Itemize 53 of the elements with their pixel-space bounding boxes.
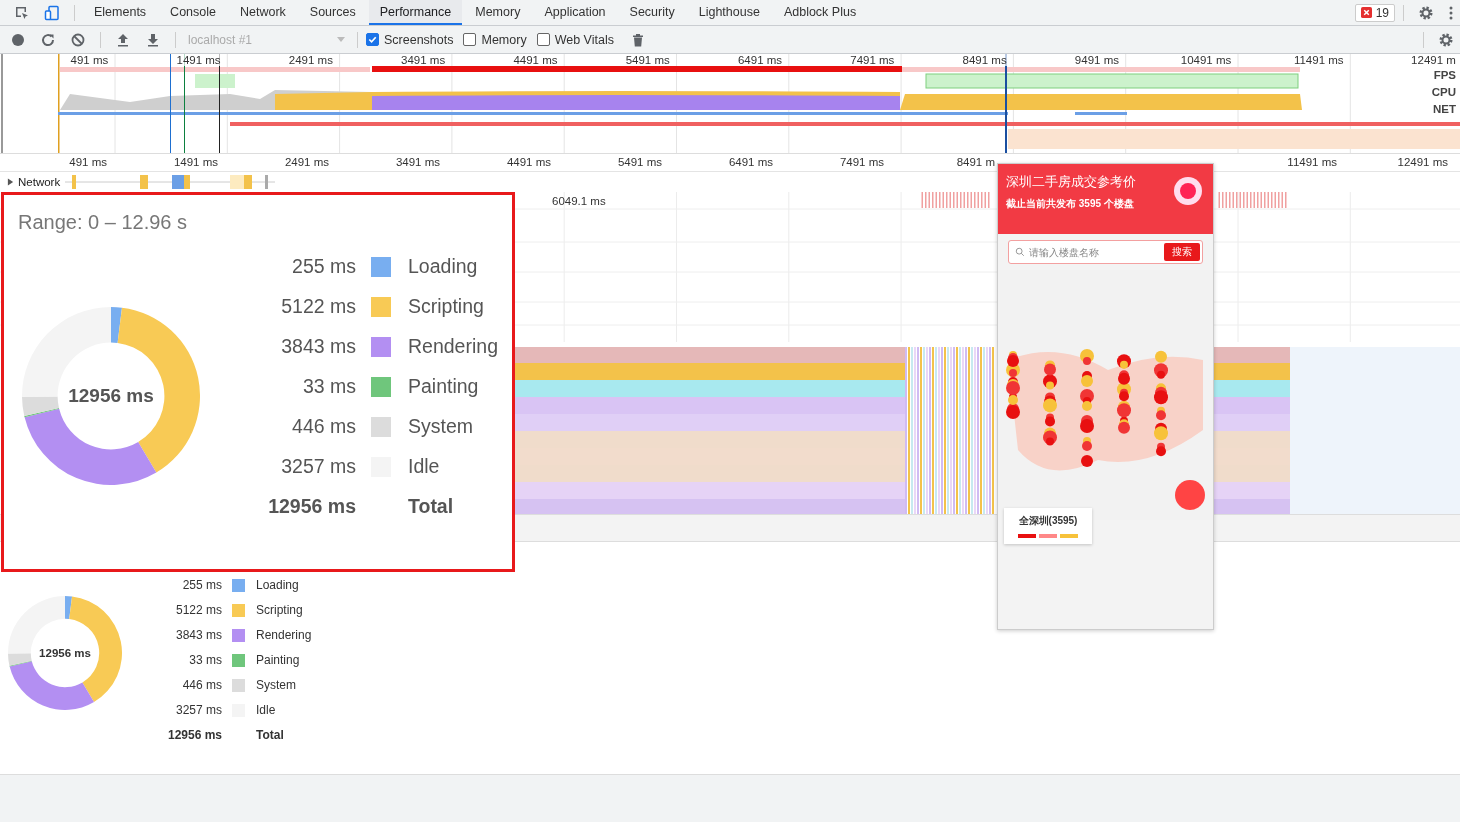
page-title: 深圳二手房成交参考价: [1006, 174, 1137, 191]
duration-value: 5122 ms: [175, 603, 222, 617]
time-tick: 8491 m: [956, 155, 996, 170]
category-label: Rendering: [408, 335, 498, 358]
checkbox-label: Memory: [481, 32, 527, 47]
time-tick: 11491 ms: [1287, 155, 1338, 170]
duration-value: 12956 ms: [268, 495, 356, 518]
category-label: Loading: [408, 255, 479, 278]
time-tick: 7491 ms: [839, 155, 885, 170]
total-time: 12956 ms: [39, 647, 91, 659]
duration-value: 3843 ms: [175, 628, 222, 642]
duration-value: 3257 ms: [281, 455, 356, 478]
track-label: NET: [1433, 103, 1456, 115]
category-label: Painting: [256, 653, 301, 667]
duration-value: 33 ms: [302, 375, 356, 398]
duration-value: 12956 ms: [167, 728, 222, 742]
duration-value: 33 ms: [189, 653, 222, 667]
category-label: Loading: [256, 578, 300, 592]
time-tick: 2491 ms: [284, 155, 330, 170]
page-subtitle: 截止当前共发布 3595 个楼盘: [1006, 197, 1135, 211]
category-label: Idle: [408, 455, 441, 478]
time-tick: 6491 ms: [728, 155, 774, 170]
time-marker-label: 6049.1 ms: [552, 195, 606, 207]
category-label: Scripting: [256, 603, 304, 617]
time-tick: 4491 ms: [506, 155, 552, 170]
category-label: Total: [408, 495, 455, 518]
error-count: 19: [1375, 5, 1389, 20]
category-label: System: [256, 678, 297, 692]
total-time: 12956 ms: [68, 384, 154, 407]
time-tick: 3491 ms: [395, 155, 441, 170]
duration-value: 5122 ms: [281, 295, 356, 318]
time-tick: 1491 ms: [173, 155, 219, 170]
track-label: CPU: [1431, 86, 1456, 98]
category-label: System: [408, 415, 474, 438]
category-label: Rendering: [256, 628, 312, 642]
duration-value: 255 ms: [292, 255, 356, 278]
time-tick: 491 ms: [69, 155, 108, 170]
category-label: Painting: [408, 375, 480, 398]
checkbox-label: Web Vitals: [554, 32, 614, 47]
duration-value: 255 ms: [182, 578, 222, 592]
checkbox-label: Screenshots: [384, 32, 454, 47]
duration-value: 3843 ms: [281, 335, 356, 358]
category-label: Scripting: [408, 295, 485, 318]
time-tick: 12491 ms: [1397, 155, 1449, 170]
duration-value: 446 ms: [292, 415, 356, 438]
area-label: 全深圳(3595): [1018, 514, 1078, 528]
category-label: Idle: [256, 703, 277, 717]
duration-value: 446 ms: [182, 678, 222, 692]
duration-value: 3257 ms: [175, 703, 222, 717]
range-label: Range: 0 – 12.96 s: [18, 211, 187, 234]
category-label: Total: [256, 728, 285, 742]
time-tick: 5491 ms: [617, 155, 663, 170]
track-label: FPS: [1433, 69, 1456, 81]
